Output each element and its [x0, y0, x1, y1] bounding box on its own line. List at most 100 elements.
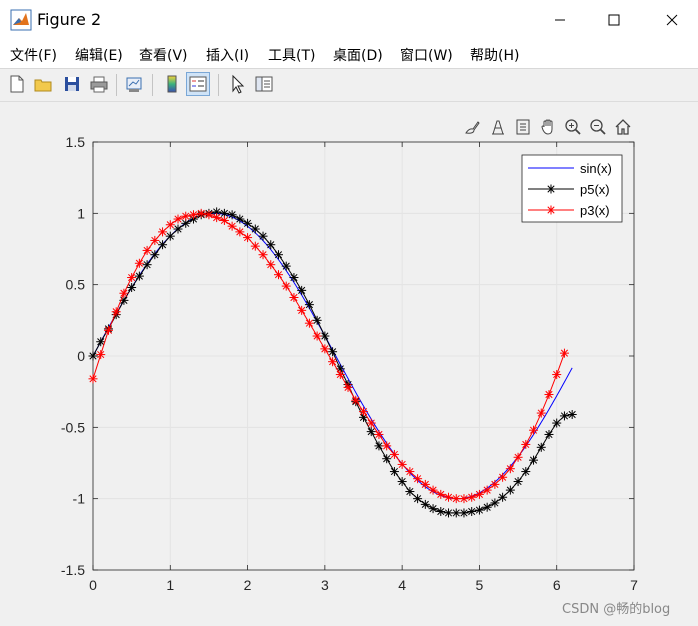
data-point-marker	[351, 395, 361, 405]
data-point-marker	[444, 492, 454, 502]
data-point-marker	[281, 261, 291, 271]
csdn-watermark: CSDN @畅的blog	[562, 602, 671, 617]
data-point-marker	[436, 489, 446, 499]
data-point-marker	[374, 429, 384, 439]
legend-label: sin(x)	[580, 161, 612, 176]
data-point-marker	[289, 293, 299, 303]
data-point-marker	[451, 494, 461, 504]
data-point-marker	[474, 505, 484, 515]
data-point-marker	[474, 489, 484, 499]
data-point-marker	[281, 281, 291, 291]
legend-label: p5(x)	[580, 182, 610, 197]
data-point-marker	[258, 231, 268, 241]
data-point-marker	[413, 474, 423, 484]
data-point-marker	[243, 218, 253, 228]
data-point-marker	[559, 411, 569, 421]
y-tick-label: 0	[77, 348, 85, 364]
x-tick-label: 7	[630, 577, 638, 593]
data-point-marker	[258, 250, 268, 260]
data-point-marker	[374, 441, 384, 451]
data-point-marker	[529, 455, 539, 465]
data-point-marker	[235, 227, 245, 237]
data-point-marker	[405, 467, 415, 477]
data-point-marker	[158, 227, 168, 237]
data-point-marker	[343, 382, 353, 392]
data-point-marker	[397, 459, 407, 469]
data-point-marker	[289, 273, 299, 283]
data-point-marker	[366, 418, 376, 428]
data-point-marker	[467, 492, 477, 502]
y-tick-label: -0.5	[61, 419, 85, 435]
data-point-marker	[521, 439, 531, 449]
data-point-marker	[173, 214, 183, 224]
data-point-marker	[142, 245, 152, 255]
data-point-marker	[219, 215, 229, 225]
data-point-marker	[165, 220, 175, 230]
data-point-marker	[273, 250, 283, 260]
data-point-marker	[181, 211, 191, 221]
legend-label: p3(x)	[580, 203, 610, 218]
data-point-marker	[297, 305, 307, 315]
data-point-marker	[96, 350, 106, 360]
data-point-marker	[266, 260, 276, 270]
data-point-marker	[150, 235, 160, 245]
data-point-marker	[304, 300, 314, 310]
data-point-marker	[212, 213, 222, 223]
data-point-marker	[227, 210, 237, 220]
data-point-marker	[498, 492, 508, 502]
data-point-marker	[204, 210, 214, 220]
data-point-marker	[490, 498, 500, 508]
data-point-marker	[111, 307, 121, 317]
data-point-marker	[227, 221, 237, 231]
data-point-marker	[505, 485, 515, 495]
data-point-marker	[482, 502, 492, 512]
data-point-marker	[552, 370, 562, 380]
y-tick-label: -1	[73, 491, 86, 507]
data-point-marker	[389, 449, 399, 459]
data-point-marker	[382, 441, 392, 451]
data-point-marker	[420, 499, 430, 509]
data-point-marker	[312, 331, 322, 341]
data-point-marker	[312, 315, 322, 325]
plot-area: 0 1 2 3 4 5 6 7 1.5 1 0.5 0 -0.5 -1 -1.5 sin(x) p5(x) p3…	[61, 134, 638, 593]
data-point-marker	[544, 429, 554, 439]
data-point-marker	[536, 442, 546, 452]
data-point-marker	[297, 285, 307, 295]
data-point-marker	[451, 508, 461, 518]
x-tick-label: 1	[166, 577, 174, 593]
data-point-marker	[196, 208, 206, 218]
data-point-marker	[150, 250, 160, 260]
data-point-marker	[405, 487, 415, 497]
x-tick-label: 4	[398, 577, 406, 593]
data-point-marker	[428, 504, 438, 514]
data-point-marker	[505, 464, 515, 474]
data-point-marker	[552, 418, 562, 428]
data-point-marker	[459, 508, 469, 518]
data-point-marker	[134, 271, 144, 281]
data-point-marker	[536, 408, 546, 418]
data-point-marker	[559, 348, 569, 358]
data-point-marker	[134, 258, 144, 268]
data-point-marker	[273, 270, 283, 280]
data-point-marker	[328, 357, 338, 367]
data-point-marker	[250, 224, 260, 234]
data-point-marker	[444, 508, 454, 518]
x-tick-label: 2	[244, 577, 252, 593]
data-point-marker	[428, 485, 438, 495]
data-point-marker	[320, 331, 330, 341]
data-point-marker	[142, 260, 152, 270]
data-point-marker	[359, 407, 368, 417]
data-point-marker	[397, 477, 407, 487]
data-point-marker	[88, 374, 98, 384]
x-tick-label: 5	[476, 577, 484, 593]
data-point-marker	[420, 479, 430, 489]
data-point-marker	[513, 477, 523, 487]
data-point-marker	[119, 288, 129, 298]
data-point-marker	[173, 224, 183, 234]
data-point-marker	[382, 454, 392, 464]
data-point-marker	[513, 452, 523, 462]
data-point-marker	[498, 472, 508, 482]
data-point-marker	[304, 318, 314, 328]
data-point-marker	[413, 494, 423, 504]
data-point-marker	[88, 351, 98, 361]
